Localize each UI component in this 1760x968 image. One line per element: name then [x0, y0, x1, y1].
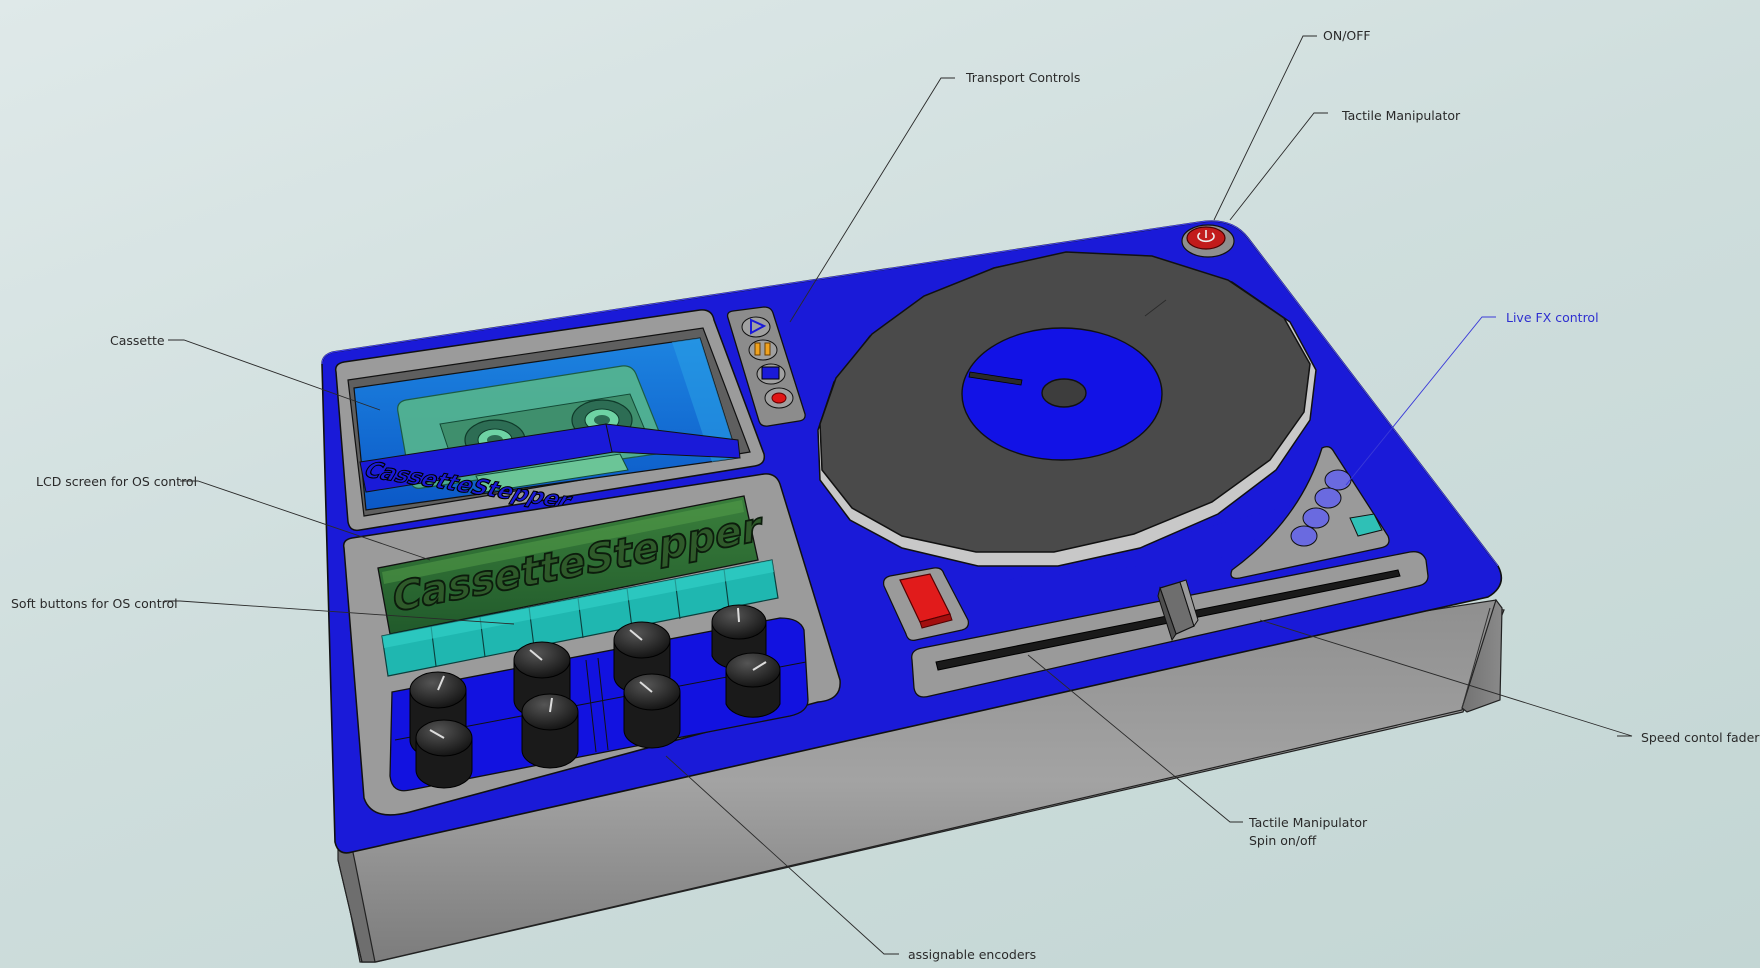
live-fx-button[interactable] — [1290, 525, 1318, 547]
callout-tactile-manipulator: Tactile Manipulator — [1342, 108, 1461, 123]
encoder-knob[interactable] — [623, 673, 681, 749]
encoder-knob[interactable] — [415, 719, 473, 789]
callout-tactile-spin-line1: Tactile Manipulator — [1249, 815, 1368, 830]
callout-lcd-screen: LCD screen for OS control — [36, 474, 198, 489]
pause-button[interactable] — [748, 339, 778, 361]
callout-transport-controls: Transport Controls — [966, 70, 1081, 85]
record-button[interactable] — [764, 387, 794, 409]
callout-on-off: ON/OFF — [1323, 28, 1371, 43]
callout-speed-fader: Speed contol fader — [1641, 730, 1760, 745]
encoder-knob[interactable] — [521, 693, 579, 769]
device-diagram: CassetteStepper CassetteStepper — [164, 35, 1633, 963]
callout-assignable-encoders: assignable encoders — [908, 947, 1037, 962]
callout-live-fx: Live FX control — [1506, 310, 1599, 325]
record-icon — [771, 392, 787, 404]
callout-tactile-spin-line2: Spin on/off — [1249, 833, 1317, 848]
encoder-knob[interactable] — [725, 652, 781, 718]
live-fx-button[interactable] — [1324, 469, 1352, 491]
play-button[interactable] — [741, 316, 771, 338]
callout-cassette: Cassette — [110, 333, 165, 348]
platter-spindle — [1041, 378, 1087, 408]
power-button[interactable] — [1181, 224, 1235, 258]
stop-button[interactable] — [756, 363, 786, 385]
live-fx-button[interactable] — [1314, 487, 1342, 509]
stop-icon — [761, 366, 780, 380]
callout-soft-buttons: Soft buttons for OS control — [11, 596, 178, 611]
live-fx-button[interactable] — [1302, 507, 1330, 529]
